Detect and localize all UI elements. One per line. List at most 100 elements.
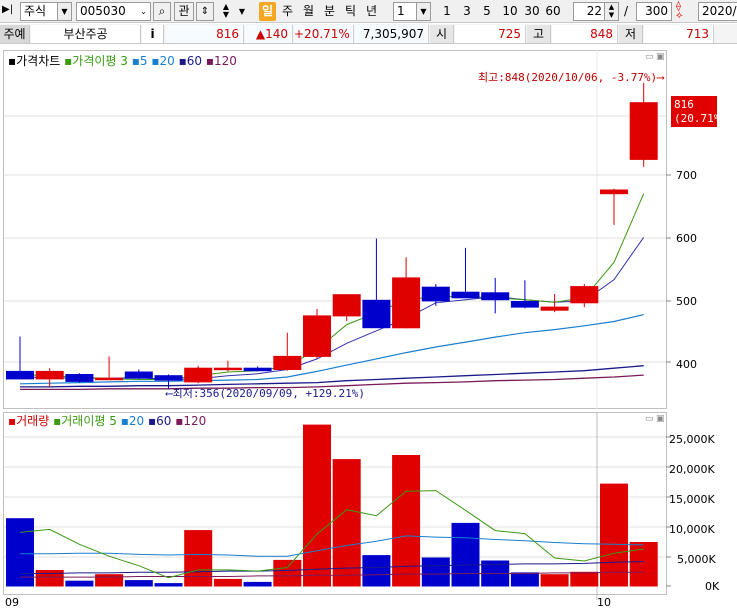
price-legend-title[interactable]: 가격차트 bbox=[16, 54, 60, 68]
stepper-button[interactable]: ▲ ▼ bbox=[216, 2, 236, 21]
interval-preset-60[interactable]: 60 bbox=[543, 2, 563, 21]
chevron-down-icon: ▼ bbox=[222, 10, 230, 19]
stock-name: 부산주공 bbox=[31, 25, 141, 43]
high-label: 고 bbox=[527, 25, 551, 43]
panel-toggle-icon[interactable]: ▶| bbox=[2, 4, 13, 15]
volume-ma-5[interactable]: 5 bbox=[109, 414, 117, 428]
link-icon: ⇕ bbox=[200, 6, 210, 17]
zoom-stepper[interactable]: 22 ▲ ▼ bbox=[573, 2, 619, 21]
interval-preset-1[interactable]: 1 bbox=[440, 2, 454, 21]
volume-tick-label: 20,000K bbox=[669, 463, 715, 476]
legend-marker-icon: ▪ bbox=[8, 414, 17, 428]
current-price-tag bbox=[671, 96, 717, 127]
current-price-tag-pct: (20.71%) bbox=[674, 112, 727, 125]
volume-ma-60[interactable]: 60 bbox=[156, 414, 171, 428]
chevron-down-icon[interactable]: ▼ bbox=[57, 3, 71, 20]
tab-period-minute[interactable]: 분 bbox=[321, 2, 338, 21]
stock-code-input[interactable]: 005030 ⌄ bbox=[76, 2, 151, 21]
panel-minimize-icon[interactable]: ▭ bbox=[645, 52, 654, 62]
stock-code-value: 005030 bbox=[80, 4, 126, 18]
price-ma-60[interactable]: 60 bbox=[187, 54, 202, 68]
tab-period-day[interactable]: 일 bbox=[259, 2, 276, 21]
x-axis-label: 10 bbox=[597, 596, 611, 608]
price-change: ▲140 bbox=[245, 25, 293, 43]
chevron-down-icon[interactable]: ⌄ bbox=[137, 3, 150, 20]
stepper-menu-button[interactable]: ▼ bbox=[237, 2, 247, 21]
date-input[interactable]: 2020/1 bbox=[698, 2, 737, 21]
low-value: 713 bbox=[644, 25, 714, 43]
market-type-select[interactable]: 주식 ▼ bbox=[20, 2, 72, 21]
price-ma-120[interactable]: 120 bbox=[214, 54, 237, 68]
x-axis-label: 09 bbox=[5, 596, 19, 608]
info-button[interactable]: i bbox=[142, 25, 164, 43]
interest-button[interactable]: 관 bbox=[174, 2, 194, 21]
current-price: 816 bbox=[166, 25, 244, 43]
volume-tick-label: 0K bbox=[705, 580, 720, 593]
chevron-down-icon[interactable]: ▼ bbox=[416, 3, 430, 20]
open-value: 725 bbox=[455, 25, 526, 43]
interval-preset-10[interactable]: 10 bbox=[500, 2, 520, 21]
scroll-arrows-icon[interactable]: ⟠ ⟡ bbox=[676, 2, 683, 21]
chart-toolbar: ▶| 주식 ▼ 005030 ⌄ ⌕ 관 ⇕ ▲ ▼ ▼ 일 주 월 분 틱 년… bbox=[0, 0, 737, 23]
market-badge: 주예 bbox=[0, 25, 30, 43]
legend-marker-icon: ▪ bbox=[53, 414, 62, 428]
low-label: 저 bbox=[619, 25, 643, 43]
zoom-value: 22 bbox=[586, 4, 602, 18]
count-separator: / bbox=[624, 4, 629, 18]
market-type-value: 주식 bbox=[24, 4, 47, 18]
volume-value: 7,305,907 bbox=[355, 25, 429, 43]
interval-preset-3[interactable]: 3 bbox=[460, 2, 474, 21]
legend-marker-icon: ▪ bbox=[151, 54, 160, 68]
legend-marker-icon: ▪ bbox=[147, 414, 157, 428]
price-change-pct: +20.71% bbox=[294, 25, 354, 43]
legend-marker-icon: ▪ bbox=[205, 54, 214, 68]
price-panel bbox=[3, 50, 667, 409]
volume-panel bbox=[3, 412, 667, 595]
chevron-up-down-icon[interactable]: ▲ ▼ bbox=[604, 3, 618, 20]
price-ma-5[interactable]: 5 bbox=[140, 54, 148, 68]
open-label: 시 bbox=[430, 25, 454, 43]
volume-ma-20[interactable]: 20 bbox=[129, 414, 144, 428]
interval-preset-5[interactable]: 5 bbox=[480, 2, 494, 21]
high-value: 848 bbox=[552, 25, 618, 43]
current-price-tag-value: 816 bbox=[674, 98, 694, 111]
chevron-down-icon: ▼ bbox=[238, 7, 246, 16]
count-input[interactable]: 300 bbox=[636, 2, 672, 21]
interest-label: 관 bbox=[178, 4, 190, 18]
interval-select[interactable]: 1 ▼ bbox=[393, 2, 431, 21]
legend-marker-icon: ▪ bbox=[120, 414, 129, 428]
volume-tick-label: 10,000K bbox=[669, 523, 715, 536]
tab-period-week[interactable]: 주 bbox=[279, 2, 296, 21]
tab-period-month[interactable]: 월 bbox=[300, 2, 317, 21]
volume-tick-label: 5,000K bbox=[677, 553, 716, 566]
price-tick-label: 700 bbox=[676, 169, 697, 182]
price-tick-label: 500 bbox=[676, 295, 697, 308]
link-button[interactable]: ⇕ bbox=[196, 2, 214, 21]
interval-value: 1 bbox=[397, 4, 405, 18]
price-ma-20[interactable]: 20 bbox=[160, 54, 175, 68]
panel-close-icon[interactable]: ▣ bbox=[656, 414, 665, 424]
interval-preset-30[interactable]: 30 bbox=[522, 2, 542, 21]
volume-legend-title[interactable]: 거래량 bbox=[16, 414, 49, 428]
price-tick-label: 400 bbox=[676, 358, 697, 371]
volume-tick-label: 25,000K bbox=[669, 433, 715, 446]
price-tick-label: 600 bbox=[676, 232, 697, 245]
tab-period-tick[interactable]: 틱 bbox=[342, 2, 359, 21]
quote-bar: 주예 부산주공 i 816 ▲140 +20.71% 7,305,907 시 7… bbox=[0, 24, 737, 44]
price-ma-title[interactable]: 가격이평 bbox=[72, 54, 116, 68]
price-ma-3[interactable]: 3 bbox=[120, 54, 128, 68]
volume-ma-120[interactable]: 120 bbox=[183, 414, 206, 428]
legend-marker-icon: ▪ bbox=[178, 54, 187, 68]
panel-minimize-icon[interactable]: ▭ bbox=[645, 414, 654, 424]
legend-marker-icon: ▪ bbox=[8, 54, 17, 68]
volume-legend: ▪거래량 ▪거래이평 5 ▪20 ▪60 ▪120 bbox=[8, 414, 206, 428]
tab-period-year[interactable]: 년 bbox=[363, 2, 380, 21]
legend-marker-icon: ▪ bbox=[131, 54, 140, 68]
volume-ma-title[interactable]: 거래이평 bbox=[61, 414, 105, 428]
count-value: 300 bbox=[645, 4, 668, 18]
volume-tick-label: 15,000K bbox=[669, 493, 715, 506]
panel-close-icon[interactable]: ▣ bbox=[656, 52, 665, 62]
price-legend: ▪가격차트 ▪가격이평 3 ▪5 ▪20 ▪60 ▪120 bbox=[8, 54, 237, 68]
search-button[interactable]: ⌕ bbox=[153, 2, 171, 21]
date-value: 2020/1 bbox=[702, 4, 737, 18]
